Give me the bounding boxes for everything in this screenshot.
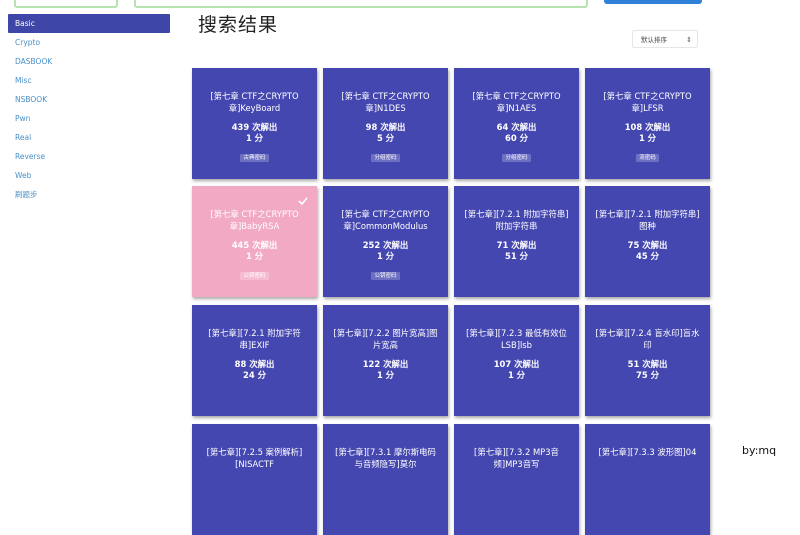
challenge-solves: 75 次解出 bbox=[627, 240, 668, 250]
challenge-card[interactable]: [第七章 CTF之CRYPTO章]KeyBoard 439 次解出 1 分古典密码 bbox=[192, 68, 317, 179]
challenge-solves: 71 次解出 bbox=[496, 240, 537, 250]
top-filter-box[interactable] bbox=[14, 0, 118, 8]
challenge-score: 51 分 bbox=[505, 251, 528, 261]
challenge-name: [第七章 CTF之CRYPTO章]KeyBoard bbox=[210, 91, 299, 113]
challenge-card[interactable]: [第七章][7.2.1 附加字符串]图种 75 次解出 45 分 bbox=[585, 186, 710, 297]
page-title: 搜索结果 bbox=[198, 14, 279, 36]
sort-select[interactable]: 默认排序 ⇕ bbox=[632, 30, 698, 48]
sidebar-item-nsbook[interactable]: NSBOOK bbox=[8, 90, 170, 109]
challenge-card[interactable]: [第七章][7.3.3 波形图]04 bbox=[585, 424, 710, 535]
challenge-card[interactable]: [第七章][7.2.2 图片宽高]图片宽高 122 次解出 1 分 bbox=[323, 305, 448, 416]
challenge-card[interactable]: [第七章 CTF之CRYPTO章]CommonModulus 252 次解出 1 分… bbox=[323, 186, 448, 297]
challenge-tag: 古典密码 bbox=[240, 154, 269, 162]
challenge-name: [第七章 CTF之CRYPTO章]BabyRSA bbox=[210, 209, 299, 231]
challenge-card[interactable]: [第七章][7.2.5 案例解析][NISACTF bbox=[192, 424, 317, 535]
challenge-tag: 公钥密码 bbox=[371, 272, 400, 280]
challenge-score: 5 分 bbox=[376, 133, 395, 143]
challenge-card[interactable]: [第七章][7.3.1 摩尔斯电码与音频隐写]莫尔 bbox=[323, 424, 448, 535]
challenge-name: [第七章][7.2.3 最低有效位LSB]lsb bbox=[466, 328, 567, 350]
challenge-card[interactable]: [第七章][7.2.3 最低有效位LSB]lsb 107 次解出 1 分 bbox=[454, 305, 579, 416]
challenge-solves: 64 次解出 bbox=[496, 122, 537, 132]
challenge-score: 75 分 bbox=[636, 370, 659, 380]
challenge-tag: 分组密码 bbox=[502, 154, 531, 162]
top-search-input[interactable] bbox=[134, 0, 588, 8]
challenge-name: [第七章][7.2.1 附加字符串]附加字符串 bbox=[464, 209, 569, 231]
sidebar-item-pwn[interactable]: Pwn bbox=[8, 109, 170, 128]
challenge-solves: 88 次解出 bbox=[234, 359, 275, 369]
challenge-card[interactable]: [第七章 CTF之CRYPTO章]LFSR 108 次解出 1 分流密码 bbox=[585, 68, 710, 179]
challenge-card[interactable]: [第七章][7.3.2 MP3音频]MP3音写 bbox=[454, 424, 579, 535]
challenge-name: [第七章][7.3.1 摩尔斯电码与音频隐写]莫尔 bbox=[335, 447, 436, 469]
challenge-score: 24 分 bbox=[243, 370, 266, 380]
challenge-card[interactable]: [第七章][7.2.1 附加字符串]EXIF 88 次解出 24 分 bbox=[192, 305, 317, 416]
author-credit: by:mq bbox=[742, 444, 777, 457]
challenge-solves: 107 次解出 bbox=[493, 359, 540, 369]
challenge-card[interactable]: [第七章 CTF之CRYPTO章]N1DES 98 次解出 5 分分组密码 bbox=[323, 68, 448, 179]
check-icon bbox=[298, 197, 308, 206]
category-sidebar: Basic Crypto DASBOOK Misc NSBOOK Pwn Real Rever… bbox=[8, 14, 170, 204]
challenge-score: 1 分 bbox=[638, 133, 657, 143]
challenge-score: 1 分 bbox=[507, 370, 526, 380]
challenge-solves: 98 次解出 bbox=[365, 122, 406, 132]
challenge-card[interactable]: [第七章][7.2.4 盲水印]盲水印 51 次解出 75 分 bbox=[585, 305, 710, 416]
challenge-name: [第七章][7.3.3 波形图]04 bbox=[598, 447, 697, 457]
challenge-name: [第七章][7.3.2 MP3音频]MP3音写 bbox=[474, 447, 559, 469]
challenge-tag: 分组密码 bbox=[371, 154, 400, 162]
challenge-score: 1 分 bbox=[245, 251, 264, 261]
challenge-card[interactable]: [第七章 CTF之CRYPTO章]N1AES 64 次解出 60 分分组密码 bbox=[454, 68, 579, 179]
challenge-solves: 439 次解出 bbox=[231, 122, 278, 132]
challenge-score: 45 分 bbox=[636, 251, 659, 261]
sidebar-item-misc[interactable]: Misc bbox=[8, 71, 170, 90]
challenge-card[interactable]: [第七章 CTF之CRYPTO章]BabyRSA 445 次解出 1 分公钥密码 bbox=[192, 186, 317, 297]
sidebar-item-刷题步[interactable]: 刷题步 bbox=[8, 185, 170, 204]
challenge-solves: 252 次解出 bbox=[362, 240, 409, 250]
challenge-name: [第七章][7.2.4 盲水印]盲水印 bbox=[595, 328, 700, 350]
sort-caret-icon: ⇕ bbox=[686, 36, 692, 44]
challenge-name: [第七章][7.2.2 图片宽高]图片宽高 bbox=[333, 328, 438, 350]
challenge-name: [第七章 CTF之CRYPTO章]CommonModulus bbox=[341, 209, 430, 231]
sidebar-item-web[interactable]: Web bbox=[8, 166, 170, 185]
challenge-score: 1 分 bbox=[245, 133, 264, 143]
challenge-solves: 51 次解出 bbox=[627, 359, 668, 369]
challenge-name: [第七章][7.2.5 案例解析][NISACTF bbox=[206, 447, 303, 469]
sort-select-value: 默认排序 bbox=[641, 36, 667, 44]
sidebar-item-dasbook[interactable]: DASBOOK bbox=[8, 52, 170, 71]
challenge-tag: 流密码 bbox=[636, 154, 659, 162]
challenge-tag: 公钥密码 bbox=[240, 272, 269, 280]
top-search-button[interactable] bbox=[604, 0, 702, 4]
challenge-solves: 122 次解出 bbox=[362, 359, 409, 369]
challenge-score: 1 分 bbox=[376, 251, 395, 261]
sidebar-item-reverse[interactable]: Reverse bbox=[8, 147, 170, 166]
challenge-score: 1 分 bbox=[376, 370, 395, 380]
challenge-name: [第七章 CTF之CRYPTO章]N1AES bbox=[472, 91, 561, 113]
challenge-name: [第七章 CTF之CRYPTO章]N1DES bbox=[341, 91, 430, 113]
sidebar-item-real[interactable]: Real bbox=[8, 128, 170, 147]
sidebar-item-basic[interactable]: Basic bbox=[8, 14, 170, 33]
challenge-name: [第七章][7.2.1 附加字符串]EXIF bbox=[208, 328, 301, 350]
challenge-name: [第七章 CTF之CRYPTO章]LFSR bbox=[603, 91, 692, 113]
challenge-solves: 445 次解出 bbox=[231, 240, 278, 250]
challenge-name: [第七章][7.2.1 附加字符串]图种 bbox=[595, 209, 700, 231]
challenge-card[interactable]: [第七章][7.2.1 附加字符串]附加字符串 71 次解出 51 分 bbox=[454, 186, 579, 297]
sidebar-item-crypto[interactable]: Crypto bbox=[8, 33, 170, 52]
challenge-score: 60 分 bbox=[505, 133, 528, 143]
challenge-solves: 108 次解出 bbox=[624, 122, 671, 132]
